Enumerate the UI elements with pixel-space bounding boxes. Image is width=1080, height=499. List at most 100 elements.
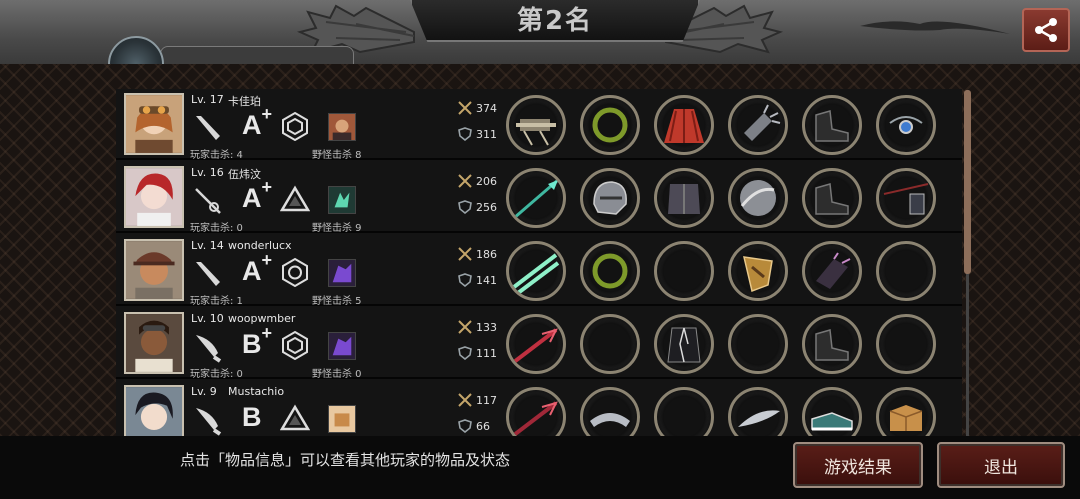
- game-result-button[interactable]: 游戏结果: [793, 442, 923, 488]
- rapier-icon: [195, 188, 221, 214]
- spiked-gauntlet-icon: [744, 104, 781, 141]
- pet-portrait-icon: [328, 113, 356, 141]
- item-slot[interactable]: [654, 95, 714, 155]
- player-row[interactable]: Lv. 10 woopwmber B+ 玩家击杀: 0 野怪击杀 0 133 1…: [116, 308, 962, 380]
- item-slot[interactable]: [580, 241, 640, 301]
- attack-stat: 186: [458, 247, 497, 261]
- black-suit-icon: [667, 327, 701, 363]
- purple-beast-icon: [328, 332, 356, 360]
- bat-icon: [196, 262, 220, 286]
- red-blade-icon: [512, 328, 558, 364]
- black-boots-icon: [815, 183, 849, 215]
- player-name: Mustachio: [228, 385, 285, 398]
- item-slot[interactable]: [580, 95, 640, 155]
- player-kills: 玩家击杀: 0: [190, 223, 243, 234]
- monster-kills: 野怪击杀 9: [312, 223, 362, 234]
- laurel-wreath-icon: [592, 253, 628, 289]
- golden-shield-icon: [743, 256, 773, 293]
- player-avatar[interactable]: [124, 166, 184, 228]
- shield-icon: [458, 273, 472, 287]
- player-avatar[interactable]: [124, 239, 184, 301]
- item-slot[interactable]: [802, 95, 862, 155]
- attack-stat: 133: [458, 320, 497, 334]
- crossed-swords-icon: [458, 320, 472, 334]
- item-slot[interactable]: [728, 387, 788, 436]
- player-level: Lv. 14: [191, 239, 224, 252]
- item-slot[interactable]: [728, 314, 788, 374]
- defense-stat: 141: [458, 273, 497, 287]
- player-grade: A+: [242, 104, 273, 140]
- item-slot[interactable]: [728, 95, 788, 155]
- item-slot[interactable]: [506, 314, 566, 374]
- defense-stat: 111: [458, 346, 497, 360]
- player-grade: A+: [242, 250, 273, 286]
- box-icon: [328, 405, 356, 433]
- item-slot[interactable]: [802, 387, 862, 436]
- dark-staff-icon: [883, 183, 929, 215]
- item-slot[interactable]: [506, 168, 566, 228]
- player-level: Lv. 17: [191, 93, 224, 106]
- empty-slot: [586, 320, 634, 368]
- hexagon-cube-icon: [282, 330, 308, 360]
- player-avatar[interactable]: [124, 385, 184, 436]
- player-avatar[interactable]: [124, 312, 184, 374]
- player-avatar[interactable]: [124, 93, 184, 155]
- item-slot[interactable]: [580, 168, 640, 228]
- item-slot[interactable]: [654, 314, 714, 374]
- black-boots-icon: [815, 110, 849, 142]
- item-slot[interactable]: [876, 168, 936, 228]
- player-kills: 玩家击杀: 1: [190, 296, 243, 307]
- attack-stat: 374: [458, 101, 497, 115]
- dark-gauntlet-icon: [816, 252, 851, 289]
- defense-stat: 256: [458, 200, 497, 214]
- share-button[interactable]: [1022, 8, 1070, 52]
- sneakers-icon: [811, 412, 853, 431]
- amulet-icon: [889, 116, 923, 134]
- hexagon-circle-icon: [282, 257, 308, 287]
- player-row[interactable]: Lv. 14 wonderlucx A+ 玩家击杀: 1 野怪击杀 5 186 …: [116, 235, 962, 307]
- bat-icon: [196, 116, 220, 140]
- crossed-swords-icon: [458, 101, 472, 115]
- empty-slot: [734, 320, 782, 368]
- item-slot[interactable]: [802, 168, 862, 228]
- item-slot[interactable]: [802, 241, 862, 301]
- item-slot[interactable]: [506, 95, 566, 155]
- purple-beast-icon: [328, 259, 356, 287]
- twin-blades-icon: [512, 253, 560, 295]
- player-name: 卡佳珀: [228, 95, 261, 108]
- monster-kills: 野怪击杀 0: [312, 369, 362, 380]
- bird-silhouette-icon: [860, 21, 1010, 34]
- player-kills: 玩家击杀: 4: [190, 150, 243, 161]
- item-slot[interactable]: [580, 314, 640, 374]
- item-slot[interactable]: [876, 241, 936, 301]
- player-list[interactable]: Lv. 17 卡佳珀 A+ 玩家击杀: 4 野怪击杀 8 374 311 Lv.…: [116, 89, 962, 436]
- player-row[interactable]: Lv. 9 Mustachio B 117 66: [116, 381, 962, 436]
- scrollbar-thumb[interactable]: [964, 90, 971, 274]
- item-slot[interactable]: [728, 168, 788, 228]
- knife-icon: [196, 408, 222, 436]
- item-slot[interactable]: [654, 168, 714, 228]
- triangle-icon: [280, 404, 310, 431]
- item-slot[interactable]: [876, 314, 936, 374]
- defense-stat: 66: [458, 419, 490, 433]
- player-row[interactable]: Lv. 17 卡佳珀 A+ 玩家击杀: 4 野怪击杀 8 374 311: [116, 89, 962, 161]
- item-slot[interactable]: [654, 241, 714, 301]
- item-slot[interactable]: [506, 387, 566, 436]
- item-slot[interactable]: [506, 241, 566, 301]
- item-slot[interactable]: [580, 387, 640, 436]
- item-slot[interactable]: [728, 241, 788, 301]
- silver-crown-icon: [590, 413, 630, 427]
- item-slot[interactable]: [654, 387, 714, 436]
- exit-button[interactable]: 退出: [937, 442, 1065, 488]
- item-slot[interactable]: [876, 95, 936, 155]
- player-row[interactable]: Lv. 16 伍炜汶 A+ 玩家击杀: 0 野怪击杀 9 206 256: [116, 162, 962, 234]
- shield-icon: [458, 127, 472, 141]
- item-slot[interactable]: [802, 314, 862, 374]
- player-grade: B: [242, 402, 262, 432]
- red-cape-icon: [664, 109, 704, 143]
- black-boots-icon: [815, 329, 849, 361]
- steel-helmet-icon: [593, 181, 627, 215]
- shield-icon: [458, 200, 472, 214]
- item-slot[interactable]: [876, 387, 936, 436]
- hexagon-cube-icon: [282, 111, 308, 141]
